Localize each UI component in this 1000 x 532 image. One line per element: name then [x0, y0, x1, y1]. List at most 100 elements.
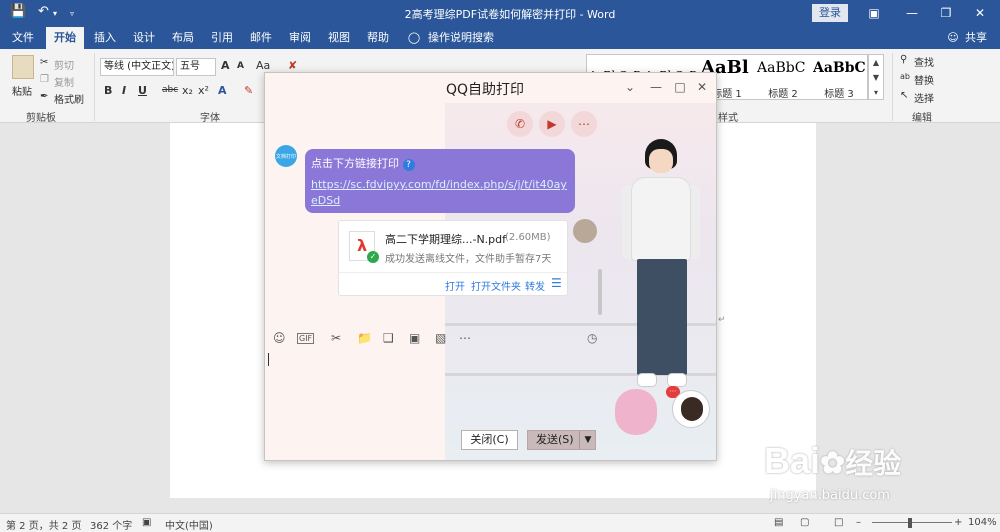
phone-icon[interactable]: ✆: [507, 111, 533, 137]
shake-icon[interactable]: ▧: [435, 331, 446, 345]
font-size-select[interactable]: 五号: [176, 58, 216, 76]
ribbon-display-icon[interactable]: ▣: [864, 4, 884, 22]
print-layout-icon[interactable]: ▢: [800, 517, 809, 528]
close-icon[interactable]: ✕: [695, 80, 709, 94]
help-icon[interactable]: ?: [402, 159, 415, 171]
paste-icon[interactable]: [12, 55, 34, 79]
close-button[interactable]: 关闭(C): [461, 430, 518, 450]
select-icon[interactable]: ↖: [900, 90, 908, 101]
grow-font-button[interactable]: A: [221, 59, 230, 72]
cut-button[interactable]: 剪切: [54, 57, 74, 72]
text-input-caret[interactable]: [268, 353, 269, 366]
minimize-icon[interactable]: —: [902, 4, 922, 22]
find-button[interactable]: 查找: [914, 54, 934, 69]
language-indicator[interactable]: 中文(中国): [165, 517, 213, 532]
undo-dropdown-icon[interactable]: ▾: [53, 9, 57, 18]
send-button[interactable]: 发送(S) ▼: [527, 430, 596, 450]
tab-layout[interactable]: 布局: [166, 27, 200, 49]
read-mode-icon[interactable]: ▤: [774, 517, 783, 528]
undo-icon[interactable]: ↶: [38, 4, 49, 19]
pet-figure[interactable]: [615, 389, 657, 435]
restore-icon[interactable]: ❐: [936, 4, 956, 22]
user-avatar[interactable]: [573, 219, 597, 243]
close-window-icon[interactable]: ✕: [970, 4, 990, 22]
subscript-button[interactable]: x₂: [182, 84, 193, 97]
menu-icon[interactable]: ☰: [551, 276, 562, 290]
contact-avatar[interactable]: [672, 390, 710, 428]
style-heading-2[interactable]: AaBbC 标题 2: [755, 55, 811, 100]
document-title: 2高考理综PDF试卷如何解密并打印 - Word: [404, 8, 616, 21]
minimize-icon[interactable]: —: [649, 80, 663, 94]
share-screen-icon[interactable]: ❑: [383, 331, 394, 345]
zoom-slider-thumb[interactable]: [908, 518, 912, 528]
more-tools-icon[interactable]: ⋯: [459, 331, 471, 345]
print-link[interactable]: https://sc.fdvipyy.com/fd/index.php/s/j/…: [311, 177, 569, 209]
open-folder-link[interactable]: 打开文件夹: [471, 278, 521, 293]
tab-file[interactable]: 文件: [6, 27, 40, 49]
tab-view[interactable]: 视图: [322, 27, 356, 49]
tab-design[interactable]: 设计: [127, 27, 161, 49]
scrollbar[interactable]: [598, 269, 602, 315]
more-options-icon[interactable]: ⋯: [571, 111, 597, 137]
select-button[interactable]: 选择: [914, 90, 934, 105]
highlight-icon[interactable]: ✎: [244, 84, 253, 97]
tab-mailings[interactable]: 邮件: [244, 27, 278, 49]
replace-button[interactable]: 替换: [914, 72, 934, 87]
zoom-out-icon[interactable]: –: [856, 517, 861, 528]
replace-icon[interactable]: ab: [900, 72, 910, 81]
scissors-icon[interactable]: ✂: [331, 331, 341, 345]
login-button[interactable]: 登录: [812, 4, 848, 22]
font-family-select[interactable]: 等线 (中文正文): [100, 58, 174, 76]
maximize-icon[interactable]: □: [673, 80, 687, 94]
format-painter-icon[interactable]: ✒: [40, 91, 48, 102]
chevron-down-icon[interactable]: ⌄: [623, 80, 637, 94]
tell-me-search[interactable]: 操作说明搜索: [426, 27, 496, 49]
share-button[interactable]: 共享: [962, 27, 990, 49]
proofing-icon[interactable]: ▣: [142, 517, 151, 528]
forward-link[interactable]: 转发: [525, 278, 545, 293]
copy-button[interactable]: 复制: [54, 74, 74, 89]
find-icon[interactable]: ⚲: [900, 54, 907, 65]
page-count[interactable]: 第 2 页，共 2 页: [6, 517, 81, 532]
zoom-in-icon[interactable]: +: [954, 517, 962, 528]
copy-icon[interactable]: ❐: [40, 74, 49, 85]
format-painter-button[interactable]: 格式刷: [54, 91, 84, 106]
tab-references[interactable]: 引用: [205, 27, 239, 49]
word-count[interactable]: 362 个字: [90, 517, 132, 532]
clear-format-icon[interactable]: ✘: [288, 59, 297, 72]
image-icon[interactable]: ▣: [409, 331, 420, 345]
save-icon[interactable]: 💾: [10, 4, 26, 19]
zoom-level[interactable]: 104%: [968, 517, 997, 528]
chevron-down-icon[interactable]: ▼: [579, 431, 596, 449]
folder-icon[interactable]: 📁: [357, 331, 372, 345]
paste-button[interactable]: 粘贴: [12, 83, 32, 98]
bold-button[interactable]: B: [104, 84, 112, 97]
divider: [339, 272, 567, 273]
tab-help[interactable]: 帮助: [361, 27, 395, 49]
bot-avatar[interactable]: 文档打印: [275, 145, 297, 167]
tab-home[interactable]: 开始: [46, 27, 84, 49]
character-figure: [637, 373, 657, 387]
style-sample: AaBbC: [757, 60, 806, 76]
underline-button[interactable]: U: [138, 84, 147, 97]
text-effects-icon[interactable]: A: [218, 84, 227, 97]
italic-button[interactable]: I: [122, 84, 126, 97]
gallery-scroll-icon[interactable]: ▲ ▼ ▾: [868, 54, 884, 100]
tab-insert[interactable]: 插入: [88, 27, 122, 49]
zoom-slider[interactable]: [872, 522, 952, 523]
emoji-icon[interactable]: ☺: [273, 331, 286, 345]
style-heading-3[interactable]: AaBbC 标题 3: [811, 55, 867, 100]
customize-qat-icon[interactable]: ▿: [70, 9, 74, 18]
message-text: 点击下方链接打印: [311, 157, 399, 170]
change-case-button[interactable]: Aa: [256, 59, 270, 72]
strikethrough-button[interactable]: abc: [162, 85, 178, 95]
gif-icon[interactable]: GIF: [297, 333, 315, 344]
cut-icon[interactable]: ✂: [40, 57, 48, 68]
open-file-link[interactable]: 打开: [445, 278, 465, 293]
history-clock-icon[interactable]: ◷: [587, 331, 597, 345]
tab-review[interactable]: 审阅: [283, 27, 317, 49]
shrink-font-button[interactable]: A: [237, 61, 244, 71]
video-icon[interactable]: ▶: [539, 111, 565, 137]
web-layout-icon[interactable]: □: [834, 517, 843, 528]
superscript-button[interactable]: x²: [198, 84, 209, 97]
